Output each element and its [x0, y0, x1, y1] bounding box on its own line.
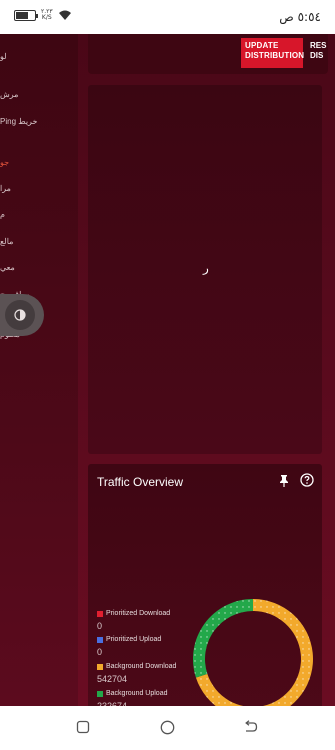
back-button-icon[interactable]: [243, 720, 258, 734]
battery-icon: [14, 9, 38, 21]
legend-swatch: [97, 636, 103, 643]
status-bar: ٢.٢٣ K/S ٥:٥٤ ص: [0, 0, 335, 34]
net-speed-unit: K/S: [41, 14, 52, 21]
wifi-icon: [58, 10, 71, 20]
sidebar-item-ping-map[interactable]: Ping خريط: [0, 117, 78, 126]
home-button-icon[interactable]: [160, 720, 175, 735]
sidebar-item-5[interactable]: مرا: [0, 184, 78, 193]
sidebar-item-active[interactable]: جو: [0, 158, 78, 167]
legend-value: 0: [97, 647, 103, 657]
recents-button-icon[interactable]: [76, 720, 90, 734]
network-speed: ٢.٢٣ K/S: [41, 9, 53, 21]
traffic-donut-chart: [193, 599, 313, 706]
traffic-overview-title: Traffic Overview: [97, 475, 184, 489]
theme-toggle-button[interactable]: [0, 294, 44, 336]
legend-swatch: [97, 610, 103, 617]
status-time: ٥:٥٤ ص: [279, 10, 321, 24]
system-navigation-bar: [0, 706, 335, 750]
status-icons: ٢.٢٣ K/S: [14, 9, 72, 21]
legend-item-background-download[interactable]: Background Download 542704: [97, 663, 176, 684]
loading-glyph: ر: [203, 261, 209, 275]
sidebar: لو مرش Ping خريط جو مرا م مالع معي مراقب…: [0, 34, 78, 706]
reset-distribution-button[interactable]: RES DIS: [310, 38, 335, 68]
app-screen: لو مرش Ping خريط جو مرا م مالع معي مراقب…: [0, 34, 335, 706]
help-icon[interactable]: [300, 473, 314, 487]
update-distribution-button[interactable]: UPDATE DISTRIBUTION: [241, 38, 304, 68]
legend-swatch: [97, 690, 103, 697]
legend-item-prioritized-download[interactable]: Prioritized Download 0: [97, 610, 170, 631]
loading-card: ر: [88, 85, 322, 454]
sidebar-item-8[interactable]: معي: [0, 263, 78, 272]
traffic-overview-card: Traffic Overview Prioritized Download 0 …: [88, 464, 322, 706]
sidebar-item-7[interactable]: مالع: [0, 237, 78, 246]
contrast-icon: [14, 309, 26, 321]
sidebar-item-2[interactable]: مرش: [0, 90, 78, 99]
legend-value: 542704: [97, 674, 128, 684]
sidebar-item-1[interactable]: لو: [0, 52, 78, 61]
legend-item-background-upload[interactable]: Background Upload 232674: [97, 690, 168, 706]
legend-swatch: [97, 663, 103, 670]
legend-label: Background Download: [106, 663, 177, 670]
legend-label: Prioritized Download: [106, 610, 171, 617]
donut-slice-pattern-background-upload: [193, 599, 253, 678]
legend-label: Prioritized Upload: [106, 636, 162, 643]
sidebar-item-6[interactable]: م: [0, 210, 78, 219]
legend-item-prioritized-upload[interactable]: Prioritized Upload 0: [97, 636, 161, 657]
legend-value: 0: [97, 621, 103, 631]
pin-icon[interactable]: [278, 474, 290, 488]
legend-label: Background Upload: [106, 690, 168, 697]
